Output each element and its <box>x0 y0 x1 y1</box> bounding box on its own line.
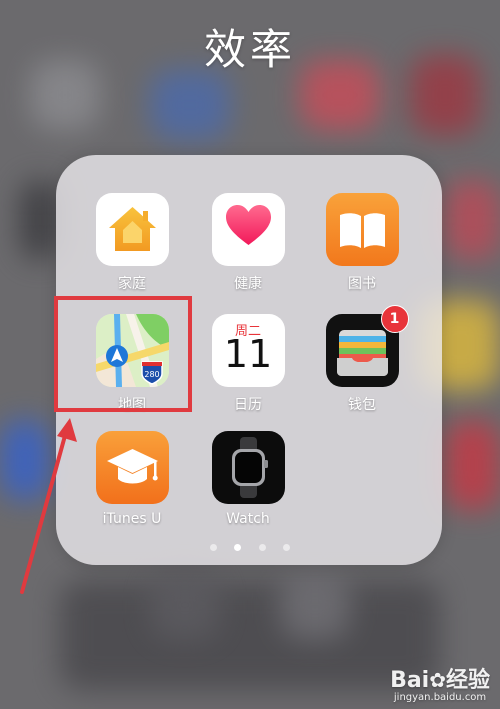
baidu-jingyan-watermark: Bai✿经验 jingyan.baidu.com <box>390 668 490 703</box>
annotation-arrow <box>20 418 77 594</box>
